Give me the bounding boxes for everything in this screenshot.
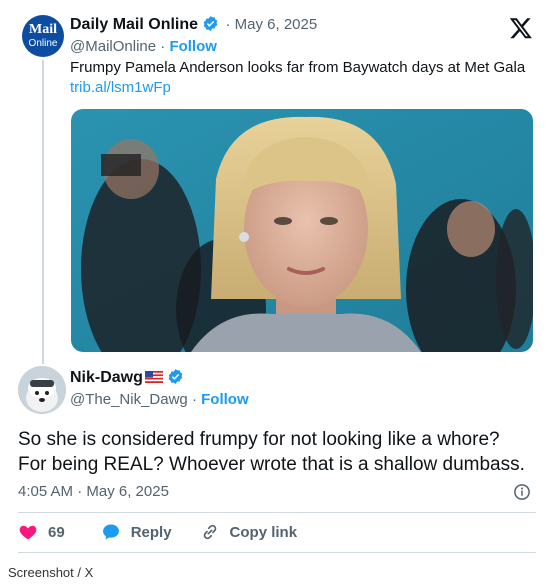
x-logo-icon[interactable] — [509, 16, 533, 40]
link-icon — [203, 524, 216, 540]
dog-avatar-image — [18, 366, 66, 414]
quoted-follow-button[interactable]: Follow — [169, 38, 217, 55]
follow-button[interactable]: Follow — [201, 391, 249, 408]
heart-icon — [19, 525, 37, 540]
logo-line2: Online — [28, 38, 58, 49]
copy-link-button[interactable]: Copy link — [200, 522, 298, 542]
author-handle[interactable]: @The_Nik_Dawg — [70, 391, 188, 408]
copy-link-label: Copy link — [229, 523, 298, 541]
quoted-link[interactable]: trib.al/lsm1wFp — [70, 78, 171, 98]
author-name[interactable]: Nik-Dawg — [70, 369, 143, 386]
pamela-anderson-photo — [71, 109, 533, 352]
divider — [18, 512, 536, 513]
verified-badge-icon — [203, 16, 218, 31]
quoted-text: Frumpy Pamela Anderson looks far from Ba… — [70, 59, 526, 76]
tweet-text: So she is considered frumpy for not look… — [18, 429, 525, 475]
nik-dawg-avatar[interactable] — [18, 366, 66, 414]
tweet-timestamp[interactable]: 4:05 AM · May 6, 2025 — [18, 482, 169, 502]
quoted-handle-row: @MailOnline · Follow — [70, 38, 217, 55]
reply-icon — [102, 524, 119, 540]
image-caption: Screenshot / X — [8, 565, 94, 580]
verified-badge-icon — [168, 369, 183, 384]
reply-label: Reply — [130, 523, 172, 541]
quoted-date[interactable]: · May 6, 2025 — [225, 16, 317, 33]
quoted-author-name[interactable]: Daily Mail Online — [70, 16, 198, 33]
thread-connector — [42, 60, 44, 364]
divider — [18, 552, 536, 553]
quoted-handle[interactable]: @MailOnline — [70, 38, 156, 55]
handle-row: @The_Nik_Dawg · Follow — [70, 391, 249, 408]
like-count: 69 — [48, 523, 65, 541]
logo-line1: Mail — [29, 22, 57, 37]
reply-button[interactable]: Reply — [101, 522, 172, 542]
article-photo[interactable] — [71, 109, 533, 352]
info-icon[interactable] — [513, 483, 531, 501]
author-row: Nik-Dawg — [70, 368, 184, 388]
action-bar: 69 Reply Copy link — [18, 520, 297, 544]
daily-mail-avatar[interactable]: Mail Online — [22, 15, 64, 57]
quoted-author-row: Daily Mail Online · May 6, 2025 — [70, 15, 317, 35]
like-button[interactable]: 69 — [18, 522, 65, 542]
us-flag-icon — [144, 371, 163, 383]
